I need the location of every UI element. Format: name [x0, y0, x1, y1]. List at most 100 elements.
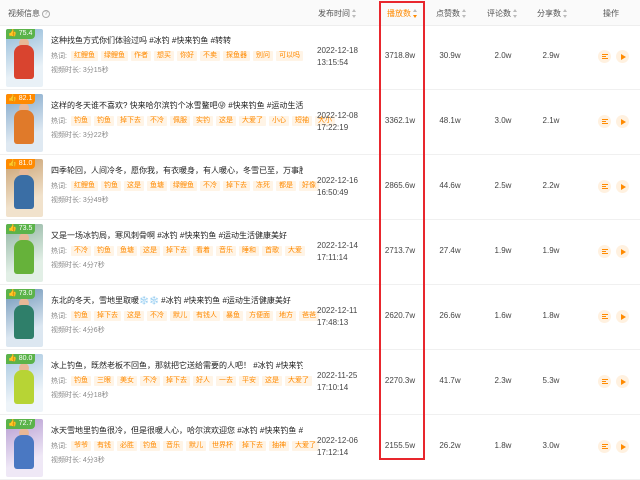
hot-word-tag[interactable]: 好人: [192, 375, 213, 386]
hot-word-tag[interactable]: 这是: [215, 115, 236, 126]
detail-button[interactable]: [598, 50, 611, 63]
video-title[interactable]: 冰上钓鱼，既然老板不回鱼，那就把它送给需要的人吧！ #冰钓 #快来钓鱼 ...: [51, 360, 303, 371]
hot-word-tag[interactable]: 不冷: [146, 115, 167, 126]
play-button[interactable]: [616, 375, 629, 388]
sort-icon[interactable]: [563, 9, 568, 19]
hot-word-tag[interactable]: 绿鲤鱼: [100, 50, 128, 61]
hot-word-tag[interactable]: 你好: [176, 50, 197, 61]
video-title[interactable]: 这种找鱼方式你们体验过吗 #冰钓 #快来钓鱼 #转转: [51, 35, 303, 46]
video-thumbnail[interactable]: 👍 75.4: [6, 29, 43, 87]
detail-button[interactable]: [598, 245, 611, 258]
hot-word-tag[interactable]: 默儿: [185, 440, 206, 451]
video-thumbnail[interactable]: 👍 82.1: [6, 94, 43, 152]
hot-word-tag[interactable]: 大爱了: [238, 115, 266, 126]
hot-word-tag[interactable]: 鱼塘: [146, 180, 167, 191]
video-thumbnail[interactable]: 👍 80.0: [6, 354, 43, 412]
video-title[interactable]: 冰天雪地里钓鱼很冷，但是很暖人心，哈尔滨欢迎您 #冰钓 #快来钓鱼 #运...: [51, 425, 303, 436]
sort-icon[interactable]: [413, 9, 418, 19]
hot-word-tag[interactable]: 首歌: [261, 245, 282, 256]
hot-word-tag[interactable]: 钓鱼: [139, 440, 160, 451]
table-row[interactable]: 👍 80.0 冰上钓鱼，既然老板不回鱼，那就把它送给需要的人吧！ #冰钓 #快来钓…: [0, 351, 640, 415]
video-title[interactable]: 四季轮回，人间冷冬，愿你我，有衣暖身，有人暖心，冬雪已至，万事胜...: [51, 165, 303, 176]
hot-word-tag[interactable]: 这是: [123, 310, 144, 321]
hot-word-tag[interactable]: 不冷: [70, 245, 91, 256]
hot-word-tag[interactable]: 别问: [252, 50, 273, 61]
detail-button[interactable]: [598, 440, 611, 453]
hot-word-tag[interactable]: 大爱了: [291, 440, 319, 451]
sort-icon[interactable]: [462, 9, 467, 19]
hot-word-tag[interactable]: 掉下去: [162, 245, 190, 256]
hot-word-tag[interactable]: 钓鱼: [93, 115, 114, 126]
table-row[interactable]: 👍 82.1 这样的冬天谁不喜欢? 快来哈尔滨钓个冰雪鳌吧😜 #快来钓鱼 #运动生…: [0, 91, 640, 155]
hot-word-tag[interactable]: 钓鱼: [93, 245, 114, 256]
hot-word-tag[interactable]: 红鲤鱼: [70, 180, 98, 191]
hot-word-tag[interactable]: 探鱼器: [222, 50, 250, 61]
hot-word-tag[interactable]: 抽神: [268, 440, 289, 451]
hot-word-tag[interactable]: 爸爸: [298, 310, 319, 321]
header-comments[interactable]: 评论数: [487, 8, 518, 19]
hot-word-tag[interactable]: 佩服: [169, 115, 190, 126]
table-row[interactable]: 👍 81.0 四季轮回，人间冷冬，愿你我，有衣暖身，有人暖心，冬雪已至，万事胜..…: [0, 156, 640, 220]
hot-word-tag[interactable]: 方便面: [245, 310, 273, 321]
hot-word-tag[interactable]: 不冷: [199, 180, 220, 191]
hot-word-tag[interactable]: 想买: [153, 50, 174, 61]
hot-word-tag[interactable]: 这是: [261, 375, 282, 386]
hot-word-tag[interactable]: 钓鱼: [70, 115, 91, 126]
hot-word-tag[interactable]: 掉下去: [238, 440, 266, 451]
hot-word-tag[interactable]: 短袖: [291, 115, 312, 126]
hot-word-tag[interactable]: 掉下去: [116, 115, 144, 126]
hot-word-tag[interactable]: 绿鲤鱼: [169, 180, 197, 191]
hot-word-tag[interactable]: 暴鱼: [222, 310, 243, 321]
hot-word-tag[interactable]: 掉下去: [162, 375, 190, 386]
hot-word-tag[interactable]: 作者: [130, 50, 151, 61]
video-thumbnail[interactable]: 👍 72.7: [6, 419, 43, 477]
video-thumbnail[interactable]: 👍 73.0: [6, 289, 43, 347]
detail-button[interactable]: [598, 310, 611, 323]
play-button[interactable]: [616, 440, 629, 453]
hot-word-tag[interactable]: 掉下去: [222, 180, 250, 191]
hot-word-tag[interactable]: 好像: [298, 180, 319, 191]
header-plays[interactable]: 播放数: [387, 8, 418, 19]
hot-word-tag[interactable]: 地方: [275, 310, 296, 321]
table-row[interactable]: 👍 75.4 这种找鱼方式你们体验过吗 #冰钓 #快来钓鱼 #转转 热词: 红鲤鱼…: [0, 26, 640, 90]
hot-word-tag[interactable]: 不冷: [139, 375, 160, 386]
detail-button[interactable]: [598, 375, 611, 388]
hot-word-tag[interactable]: 鱼塘: [116, 245, 137, 256]
hot-word-tag[interactable]: 红鲤鱼: [70, 50, 98, 61]
video-title[interactable]: 东北的冬天，雪地里取暖❄️❄️ #冰钓 #快来钓鱼 #运动生活健康美好: [51, 295, 303, 306]
hot-word-tag[interactable]: 都是: [275, 180, 296, 191]
table-row[interactable]: 👍 73.0 东北的冬天，雪地里取暖❄️❄️ #冰钓 #快来钓鱼 #运动生活健康美…: [0, 286, 640, 350]
play-button[interactable]: [616, 245, 629, 258]
table-row[interactable]: 👍 72.7 冰天雪地里钓鱼很冷，但是很暖人心，哈尔滨欢迎您 #冰钓 #快来钓鱼 …: [0, 416, 640, 480]
hot-word-tag[interactable]: 看着: [192, 245, 213, 256]
header-publish-time[interactable]: 发布时间: [318, 8, 357, 19]
hot-word-tag[interactable]: 钓鱼: [100, 180, 121, 191]
hot-word-tag[interactable]: 有钱: [93, 440, 114, 451]
hot-word-tag[interactable]: 默儿: [169, 310, 190, 321]
hot-word-tag[interactable]: 不卖: [199, 50, 220, 61]
detail-button[interactable]: [598, 115, 611, 128]
video-title[interactable]: 又是一场冰钓局，寒风刺骨啊 #冰钓 #快来钓鱼 #运动生活健康美好: [51, 230, 303, 241]
play-button[interactable]: [616, 50, 629, 63]
video-title[interactable]: 这样的冬天谁不喜欢? 快来哈尔滨钓个冰雪鳌吧😜 #快来钓鱼 #运动生活...: [51, 100, 303, 111]
sort-icon[interactable]: [513, 9, 518, 19]
header-shares[interactable]: 分享数: [537, 8, 568, 19]
hot-word-tag[interactable]: 有钱人: [192, 310, 220, 321]
video-thumbnail[interactable]: 👍 81.0: [6, 159, 43, 217]
hot-word-tag[interactable]: 掉下去: [93, 310, 121, 321]
hot-word-tag[interactable]: 小心: [268, 115, 289, 126]
hot-word-tag[interactable]: 不冷: [146, 310, 167, 321]
hot-word-tag[interactable]: 爷爷: [70, 440, 91, 451]
play-button[interactable]: [616, 310, 629, 323]
hot-word-tag[interactable]: 这是: [123, 180, 144, 191]
sort-icon[interactable]: [352, 9, 357, 19]
hot-word-tag[interactable]: 冻死: [252, 180, 273, 191]
hot-word-tag[interactable]: 世界杯: [208, 440, 236, 451]
hot-word-tag[interactable]: 必胜: [116, 440, 137, 451]
hot-word-tag[interactable]: 这是: [139, 245, 160, 256]
play-button[interactable]: [616, 180, 629, 193]
table-row[interactable]: 👍 73.5 又是一场冰钓局，寒风刺骨啊 #冰钓 #快来钓鱼 #运动生活健康美好 …: [0, 221, 640, 285]
hot-word-tag[interactable]: 美女: [116, 375, 137, 386]
play-button[interactable]: [616, 115, 629, 128]
header-likes[interactable]: 点赞数: [436, 8, 467, 19]
